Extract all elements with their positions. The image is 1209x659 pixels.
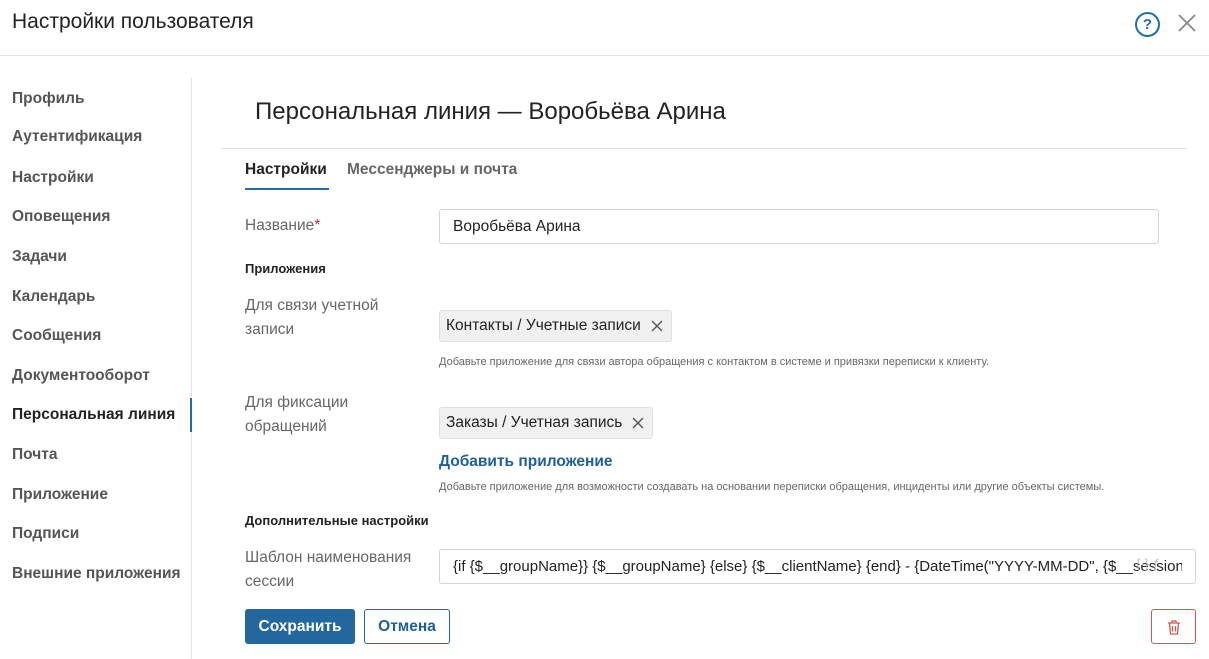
apps-section-heading: Приложения: [245, 261, 326, 276]
account-link-label: Для связи учетной записи: [245, 297, 379, 338]
sidebar-item-settings[interactable]: Настройки: [0, 161, 192, 195]
sidebar-item-notifications[interactable]: Оповещения: [0, 200, 192, 234]
sidebar-item-application[interactable]: Приложение: [0, 478, 192, 512]
sidebar-item-tasks[interactable]: Задачи: [0, 240, 192, 274]
close-icon[interactable]: [1175, 11, 1199, 35]
tab-messengers-mail[interactable]: Мессенджеры и почта: [347, 160, 517, 190]
sidebar-item-personal-line[interactable]: Персональная линия: [0, 398, 192, 432]
delete-button[interactable]: [1151, 609, 1196, 644]
name-label: Название*: [245, 217, 321, 234]
title-divider: [221, 148, 1187, 149]
sidebar-item-signatures[interactable]: Подписи: [0, 517, 192, 551]
session-template-input[interactable]: [439, 549, 1196, 584]
account-link-hint: Добавьте приложение для связи автора обр…: [439, 356, 989, 368]
settings-sidebar: Профиль Аутентификация Настройки Оповеще…: [0, 78, 192, 659]
name-input[interactable]: [439, 209, 1159, 244]
save-button[interactable]: Сохранить: [245, 609, 355, 644]
page-title: Персональная линия — Воробьёва Арина: [255, 98, 726, 125]
account-link-chip-label: Контакты / Учетные записи: [446, 317, 641, 334]
tab-settings[interactable]: Настройки: [245, 160, 329, 190]
fixation-label: Для фиксации обращений: [245, 394, 349, 435]
sidebar-item-authentication[interactable]: Аутентификация: [0, 120, 192, 154]
sidebar-item-profile[interactable]: Профиль: [0, 82, 192, 116]
fixation-chip-label: Заказы / Учетная запись: [446, 414, 623, 431]
extra-settings-heading: Дополнительные настройки: [245, 513, 429, 528]
sidebar-item-calendar[interactable]: Календарь: [0, 280, 192, 314]
header-bar: Настройки пользователя ?: [0, 0, 1209, 56]
required-mark: *: [314, 217, 321, 234]
help-icon[interactable]: ?: [1135, 12, 1160, 37]
dialog-title: Настройки пользователя: [12, 10, 254, 33]
remove-chip-icon[interactable]: [649, 318, 665, 334]
fixation-hint: Добавьте приложение для возможности созд…: [439, 481, 1105, 493]
sidebar-item-messages[interactable]: Сообщения: [0, 319, 192, 353]
fixation-chip: Заказы / Учетная запись: [439, 407, 654, 439]
sidebar-item-mail[interactable]: Почта: [0, 438, 192, 472]
trash-icon: [1168, 620, 1180, 635]
sidebar-item-document-flow[interactable]: Документооборот: [0, 359, 192, 393]
account-link-chip: Контакты / Учетные записи: [439, 310, 672, 342]
cancel-button[interactable]: Отмена: [364, 609, 450, 644]
session-template-label: Шаблон наименования сессии: [245, 549, 412, 590]
remove-chip-icon[interactable]: [630, 415, 646, 431]
add-application-link[interactable]: Добавить приложение: [439, 453, 613, 471]
sidebar-item-external-apps[interactable]: Внешние приложения: [0, 557, 192, 591]
